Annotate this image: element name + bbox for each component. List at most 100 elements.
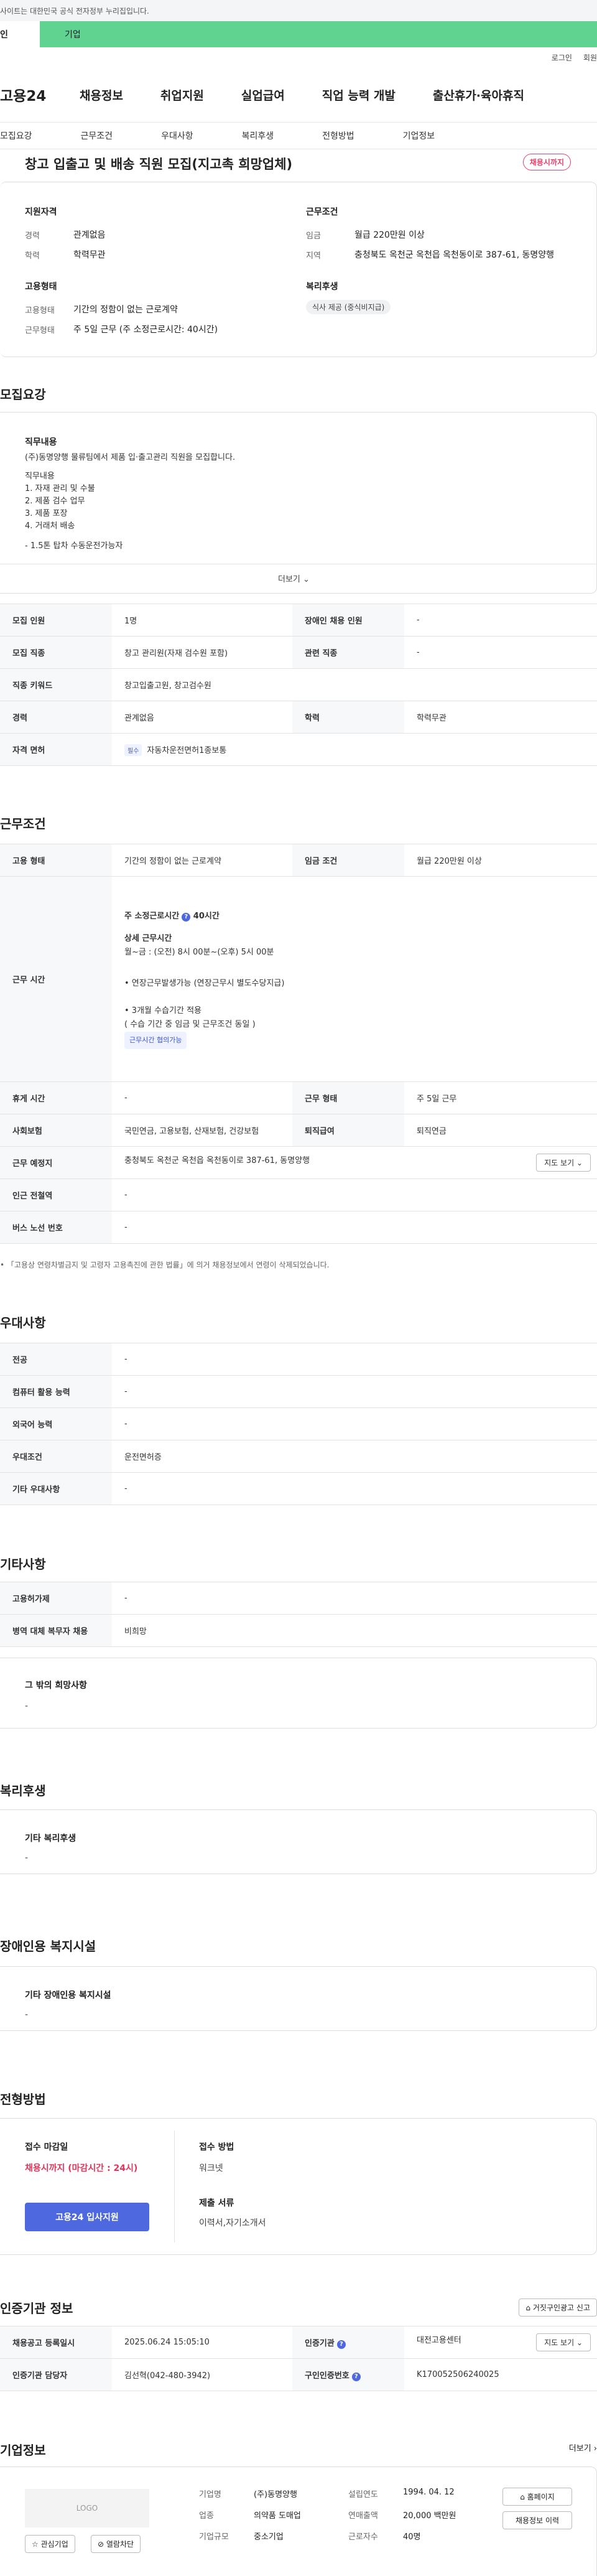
- help-icon[interactable]: ?: [182, 912, 191, 922]
- section-tabs: 모집요강 근무조건 우대사항 복리후생 전형방법 기업정보: [0, 122, 597, 149]
- tab-recruit[interactable]: 모집요강: [0, 129, 32, 142]
- nav-employment-support[interactable]: 취업지원: [160, 86, 204, 103]
- company-heading: 기업정보: [0, 2443, 46, 2458]
- industry-label: 업종: [199, 2511, 214, 2521]
- recruit-table: 모집 인원 1명 장애인 채용 인원 - 모집 직종 창고 관리원(자재 검수원…: [0, 604, 597, 766]
- company-name-value: (주)동명양행: [254, 2490, 297, 2499]
- tab-preference[interactable]: 우대사항: [161, 129, 193, 142]
- top-tabs: 인 기업: [0, 21, 597, 47]
- docs-heading: 제출 서류: [199, 2198, 234, 2208]
- table-row: 외국어 능력 -: [0, 1407, 597, 1440]
- table-row: 고용 형태 기간의 정함이 없는 근로계약 임금 조건 월급 220만원 이상: [0, 844, 597, 877]
- table-row: 휴게 시간 - 근무 형태 주 5일 근무: [0, 1081, 597, 1114]
- home-icon: ⌂: [525, 2303, 531, 2312]
- block-view-button[interactable]: ⊘ 열람차단: [91, 2535, 141, 2553]
- wage-label: 임금: [306, 231, 321, 241]
- region-value: 충청북도 옥천군 옥천읍 옥천동이로 387-61, 동명양행: [354, 250, 555, 260]
- nav-unemployment-benefit[interactable]: 실업급여: [241, 86, 285, 103]
- welfare-box-value: -: [25, 1853, 29, 1863]
- table-row: 인근 전철역 -: [0, 1178, 597, 1211]
- duty-heading: 직무내용: [25, 437, 57, 447]
- table-row: 자격 면허 필수 자동차운전면허1종보통: [0, 733, 597, 766]
- welfare-heading: 복리후생: [306, 282, 338, 292]
- career-value: 관계없음: [73, 230, 106, 240]
- join-link[interactable]: 회원: [583, 52, 597, 63]
- report-button[interactable]: ⌂ 거짓구인광고 신고: [519, 2298, 597, 2317]
- favorite-company-button[interactable]: ☆ 관심기업: [25, 2535, 75, 2553]
- table-row: 경력 관계없음 학력 학력무관: [0, 701, 597, 734]
- table-row: 인증기관 담당자 김선혁(042-480-3942) 구인인증번호? K1700…: [0, 2358, 597, 2391]
- disabled-box-value: -: [25, 2010, 29, 2020]
- career-label: 경력: [25, 231, 40, 241]
- worktype-label: 근무형태: [25, 326, 55, 335]
- disabled-box-heading: 기타 장애인용 복지시설: [25, 1990, 111, 2000]
- hope-value: -: [25, 1701, 29, 1711]
- hiring-history-button[interactable]: 채용정보 이력: [502, 2511, 572, 2529]
- hope-box: [0, 1658, 597, 1729]
- tab-company-info[interactable]: 기업정보: [403, 129, 435, 142]
- help-icon[interactable]: ?: [351, 2372, 361, 2381]
- gov-banner: 사이트는 대한민국 공식 전자정부 누리집입니다.: [0, 0, 597, 21]
- table-row: 채용공고 등록일시 2025.06.24 15:05:10 인증기관? 대전고용…: [0, 2326, 597, 2359]
- table-row: 사회보험 국민연금, 고용보험, 산재보험, 건강보험 퇴직급여 퇴직연금: [0, 1114, 597, 1147]
- table-row: 근무 예정지 충청북도 옥천군 옥천읍 옥천동이로 387-61, 동명양행 지…: [0, 1146, 597, 1179]
- nav-jobs[interactable]: 채용정보: [80, 86, 123, 103]
- help-icon[interactable]: ?: [336, 2340, 346, 2349]
- emptype-label: 고용형태: [25, 306, 55, 315]
- tab-screening[interactable]: 전형방법: [322, 129, 354, 142]
- block-icon: ⊘: [98, 2540, 104, 2549]
- util-links: 로그인 회원: [552, 52, 597, 63]
- map-button[interactable]: 지도 보기 ⌄: [536, 1154, 591, 1172]
- welfare-box-heading: 기타 복리후생: [25, 1834, 76, 1844]
- tab-personal[interactable]: 인: [0, 21, 40, 47]
- tab-welfare[interactable]: 복리후생: [242, 129, 274, 142]
- method-value: 워크넷: [199, 2163, 223, 2173]
- homepage-button[interactable]: ⌂ 홈페이지: [502, 2488, 572, 2506]
- more-button[interactable]: 더보기 ⌄: [278, 572, 310, 584]
- preference-table: 전공 - 컴퓨터 활용 능력 - 외국어 능력 - 우대조건 운전면허증 기타 우대사항…: [0, 1343, 597, 1505]
- table-row: 우대조건 운전면허증: [0, 1440, 597, 1473]
- emp-heading: 고용형태: [25, 282, 57, 292]
- recruit-heading: 모집요강: [0, 387, 46, 402]
- duty-content: (주)동명양행 물류팀에서 제품 입·출고관리 직원을 모집합니다. 직무내용 …: [25, 453, 236, 551]
- sales-value: 20,000 백만원: [403, 2511, 456, 2521]
- method-heading: 접수 방법: [199, 2142, 234, 2152]
- preference-heading: 우대사항: [0, 1315, 46, 1330]
- docs-value: 이력서,자기소개서: [199, 2218, 266, 2228]
- employees-value: 40명: [403, 2532, 421, 2542]
- site-logo[interactable]: 고용24: [0, 84, 80, 105]
- disabled-heading: 장애인용 복지시설: [0, 1939, 96, 1954]
- company-more-link[interactable]: 더보기 ›: [569, 2442, 597, 2453]
- employees-label: 근로자수: [348, 2532, 378, 2542]
- homepage-icon: ⌂: [520, 2493, 525, 2501]
- wage-value: 월급 220만원 이상: [354, 230, 425, 240]
- tab-company[interactable]: 기업: [40, 21, 597, 47]
- apply-button[interactable]: 고용24 입사지원: [25, 2203, 149, 2231]
- status-badge: 채용시까지: [522, 154, 571, 170]
- table-row: 컴퓨터 활용 능력 -: [0, 1375, 597, 1408]
- table-row: 고용허가제 -: [0, 1582, 597, 1615]
- agency-map-button[interactable]: 지도 보기 ⌄: [536, 2333, 591, 2351]
- nav-maternity-leave[interactable]: 출산휴가·육아휴직: [433, 86, 524, 103]
- edu-label: 학력: [25, 251, 40, 261]
- qual-heading: 지원자격: [25, 207, 57, 217]
- cond-heading: 근무조건: [306, 207, 338, 217]
- tab-conditions[interactable]: 근무조건: [81, 129, 113, 142]
- required-chip: 필수: [124, 744, 142, 756]
- conditions-table: 고용 형태 기간의 정함이 없는 근로계약 임금 조건 월급 220만원 이상 …: [0, 844, 597, 1244]
- nav-job-training[interactable]: 직업 능력 개발: [322, 86, 396, 103]
- founded-value: 1994. 04. 12: [403, 2488, 455, 2497]
- region-label: 지역: [306, 251, 321, 261]
- table-row: 전공 -: [0, 1343, 597, 1376]
- table-row: 모집 인원 1명 장애인 채용 인원 -: [0, 604, 597, 637]
- sales-label: 연매출액: [348, 2511, 378, 2521]
- etc-heading: 기타사항: [0, 1557, 46, 1572]
- login-link[interactable]: 로그인: [552, 52, 572, 63]
- company-logo: LOGO: [25, 2489, 149, 2527]
- deadline-heading: 접수 마감일: [25, 2142, 68, 2152]
- screening-heading: 전형방법: [0, 2092, 46, 2107]
- table-row: 기타 우대사항 -: [0, 1472, 597, 1505]
- deadline-value: 채용시까지 (마감시간 : 24시): [25, 2163, 138, 2173]
- agency-heading: 인증기관 정보: [0, 2301, 73, 2316]
- table-row: 병역 대체 복무자 채용 비희망: [0, 1614, 597, 1647]
